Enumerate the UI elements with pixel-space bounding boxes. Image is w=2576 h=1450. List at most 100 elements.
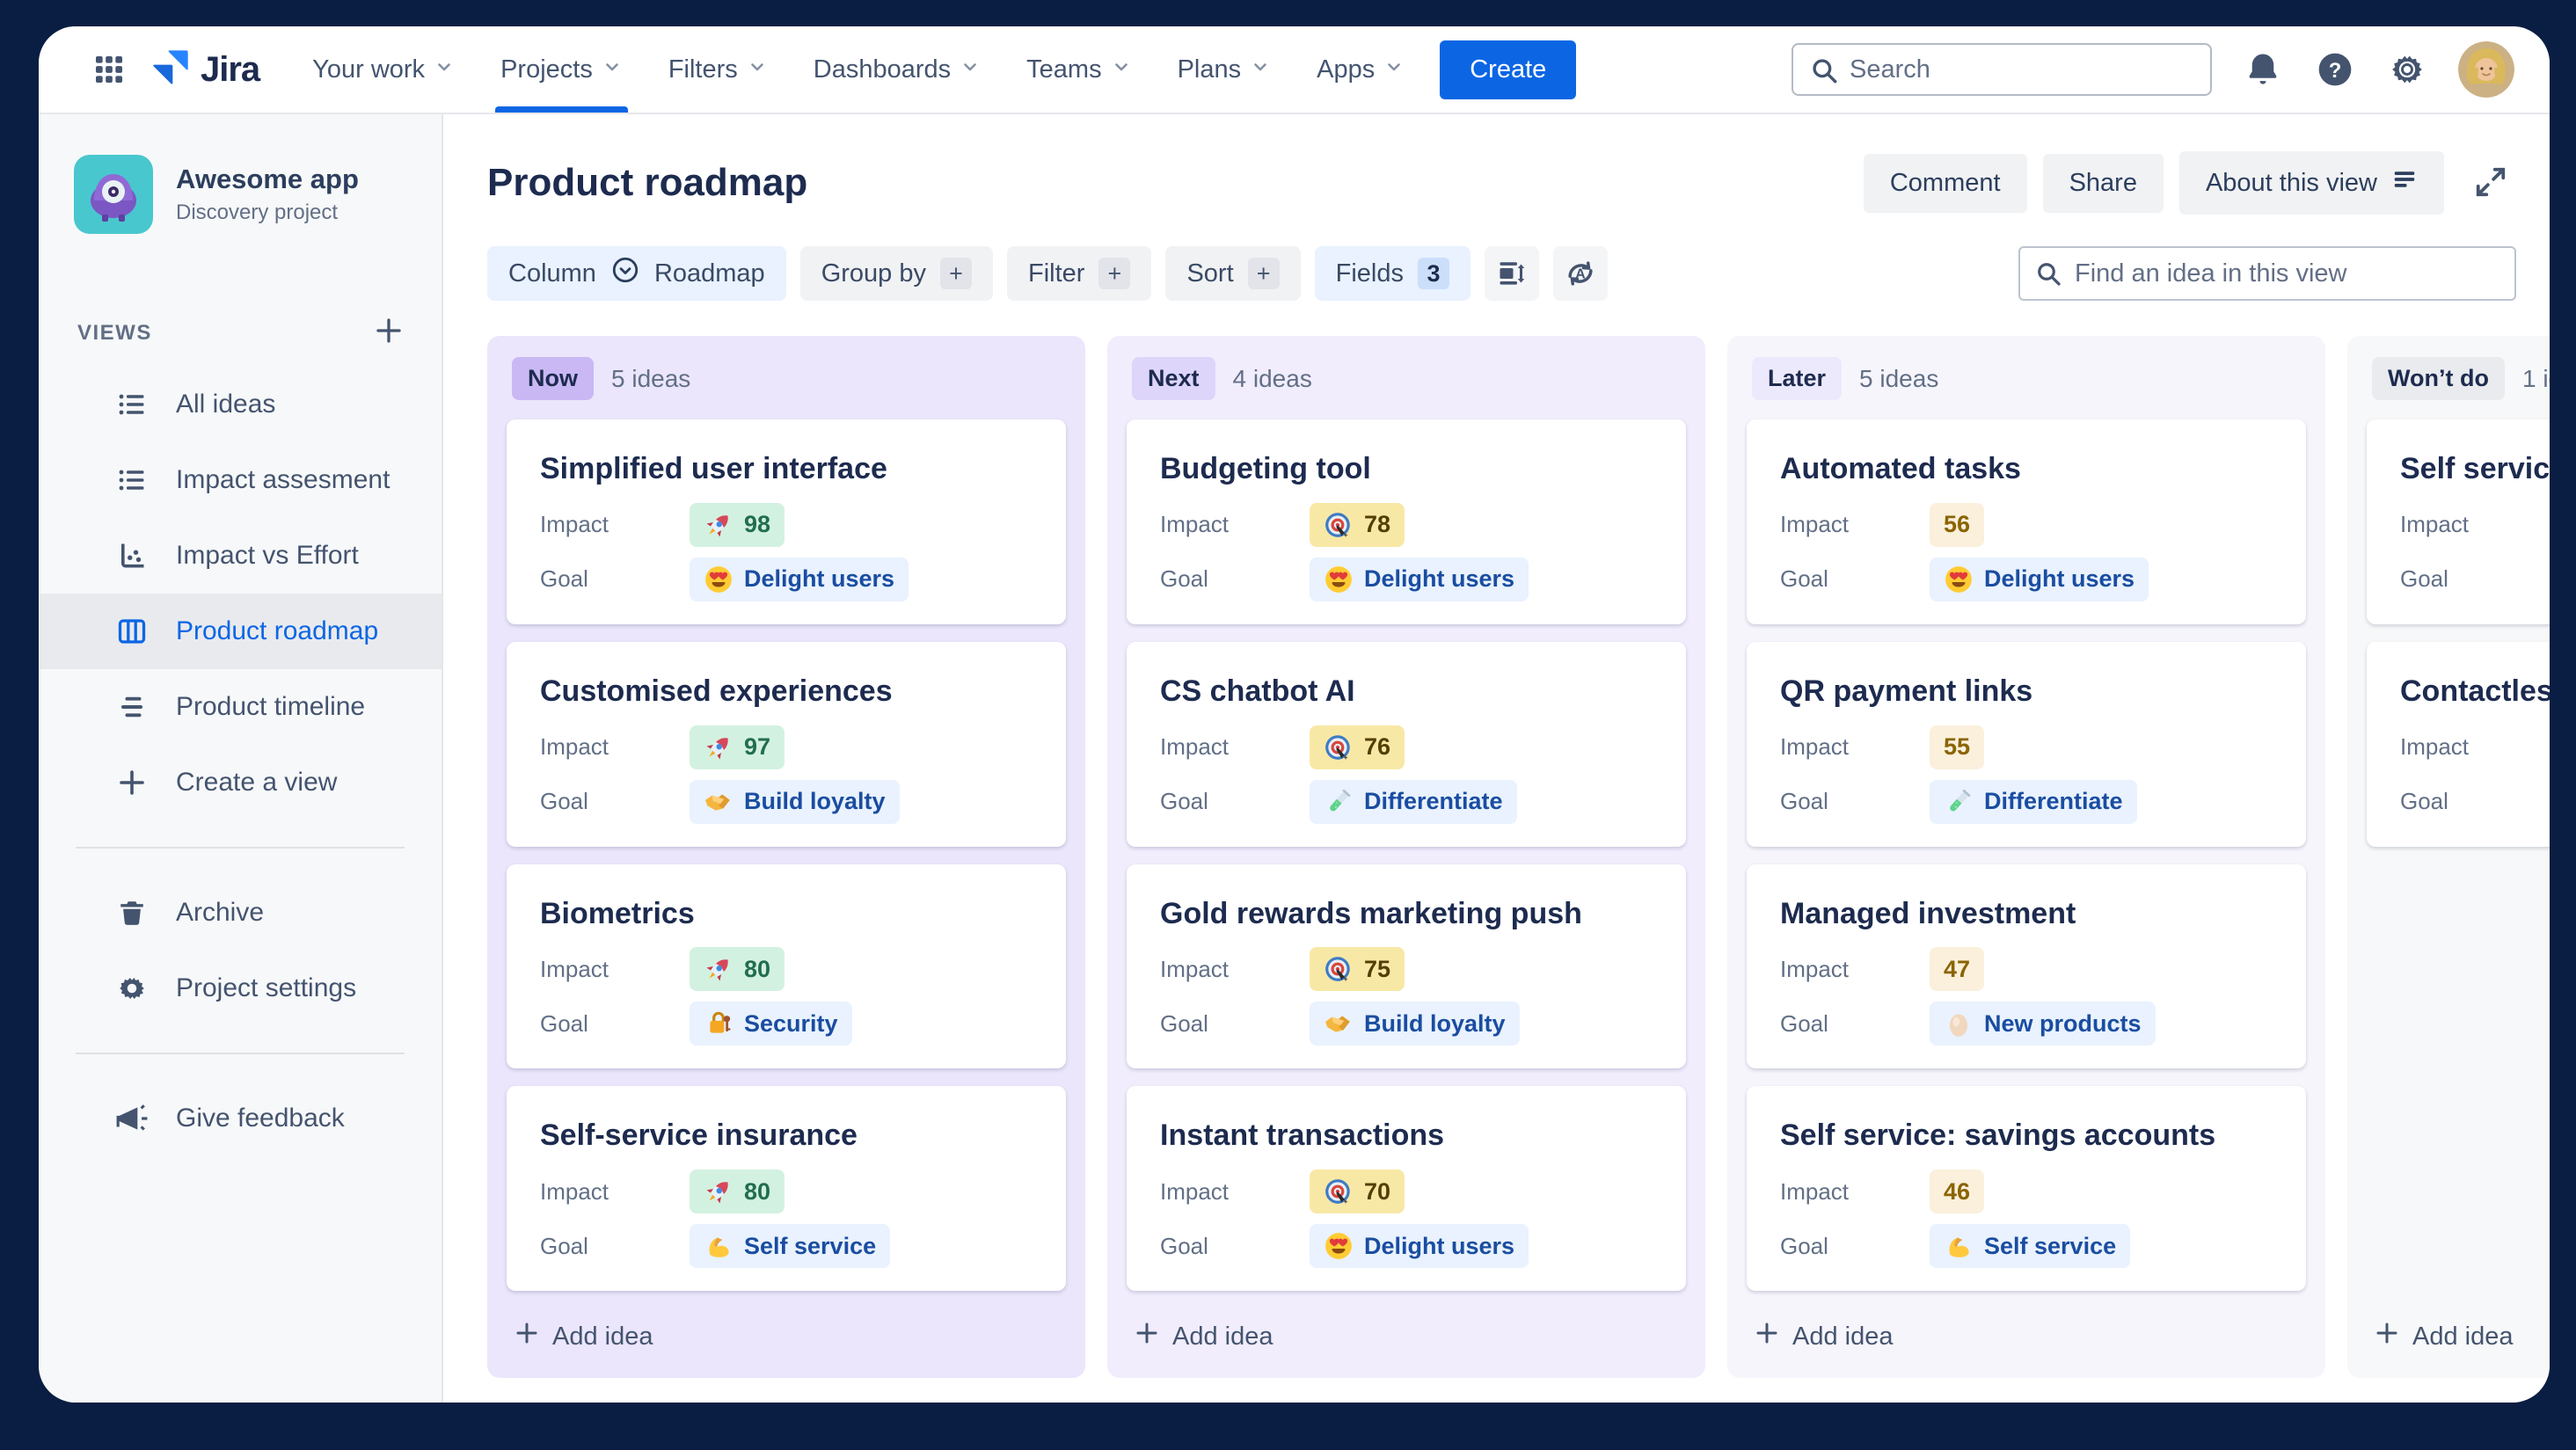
nav-item-apps[interactable]: Apps [1297,26,1424,113]
goal-label: Goal [1780,788,1828,815]
idea-card-contactless[interactable]: Contactless Impact30 Goal3 [2367,641,2550,847]
idea-card-simplified-user-interface[interactable]: Simplified user interface Impact 98 Goal Del… [507,419,1066,624]
goal-label: Goal [1160,1232,1208,1259]
help-icon[interactable]: ? [2314,48,2356,91]
goal-value: Self service [744,1232,877,1259]
find-idea-input[interactable] [2018,246,2516,301]
about-this-view-button[interactable]: About this view [2178,151,2444,215]
sort-chip[interactable]: Sort + [1165,246,1301,301]
idea-card-self-service[interactable]: Self service: Impact36 Goal [2367,419,2550,624]
biceps-emoji [704,1231,733,1261]
translate-sort-icon[interactable]: A [1552,246,1608,301]
nav-item-plans[interactable]: Plans [1158,26,1291,113]
nav-item-filters[interactable]: Filters [649,26,787,113]
goal-label: Goal [1780,565,1828,593]
goal-row: Goal Self service [1780,1224,2273,1269]
chip-label: Filter [1027,259,1085,288]
impact-value: 97 [744,733,771,761]
idea-card-customised-experiences[interactable]: Customised experiences Impact 97 Goal Build … [507,641,1066,847]
comment-button[interactable]: Comment [1863,153,2027,213]
idea-title: Self-service insurance [540,1118,857,1153]
idea-card-instant-transactions[interactable]: Instant transactions Impact 70 Goal Delight … [1127,1086,1686,1292]
impact-row: Impact30 [2400,725,2550,769]
idea-title: QR payment links [1780,674,2033,708]
nav-item-dashboards[interactable]: Dashboards [794,26,1000,113]
idea-card-self-service-insurance[interactable]: Self-service insurance Impact 80 Goal Self s… [507,1086,1066,1292]
sidebar-item-give-feedback[interactable]: Give feedback [39,1081,441,1156]
main-content: Product roadmap Comment Share About this… [443,114,2550,1403]
sidebar-item-project-settings[interactable]: Project settings [39,951,441,1026]
goal-label: Goal [2400,788,2448,815]
column-header: Later 5 ideas [1727,336,2325,414]
sidebar-item-label: Give feedback [176,1104,345,1133]
sidebar-item-archive[interactable]: Archive [39,875,441,951]
add-idea-button[interactable]: Add idea [1727,1301,2325,1378]
idea-card-qr-payment-links[interactable]: QR payment links Impact 55 Goal Differentiat… [1747,641,2306,847]
create-button[interactable]: Create [1440,40,1577,99]
filter-chip[interactable]: Filter + [1006,246,1152,301]
column-header: Won’t do 1 idea [2347,336,2550,414]
user-avatar[interactable] [2458,41,2514,98]
nav-item-projects[interactable]: Projects [481,26,642,113]
sidebar-feedback: Give feedback [39,1081,441,1156]
global-search-input[interactable] [1792,43,2212,96]
sidebar-item-all-ideas[interactable]: All ideas [39,367,441,442]
idea-card-biometrics[interactable]: Biometrics Impact 80 Goal Security [507,863,1066,1069]
project-header[interactable]: Awesome app Discovery project [39,155,441,234]
share-button[interactable]: Share [2042,153,2164,213]
jira-logo-text: Jira [201,49,260,89]
idea-card-self-service-savings-accounts[interactable]: Self service: savings accounts Impact 46 Go… [1747,1086,2306,1292]
add-idea-button[interactable]: Add idea [487,1301,1085,1378]
goal-badge: Build loyalty [1310,1002,1520,1046]
nav-item-teams[interactable]: Teams [1007,26,1150,113]
idea-card-gold-rewards-marketing-push[interactable]: Gold rewards marketing push Impact 75 Goal B… [1127,863,1686,1069]
idea-card-budgeting-tool[interactable]: Budgeting tool Impact 78 Goal Delight users [1127,419,1686,624]
impact-label: Impact [1160,955,1230,982]
sidebar-item-product-roadmap[interactable]: Product roadmap [39,594,441,669]
add-idea-button[interactable]: Add idea [2347,1301,2550,1378]
impact-value: 75 [1364,955,1391,982]
sidebar-item-create-a-view[interactable]: Create a view [39,745,441,820]
search-icon [1809,55,1839,90]
jira-app-window: Jira Your work Projects Filters Dashboards T… [39,26,2550,1403]
sidebar-item-product-timeline[interactable]: Product timeline [39,669,441,745]
goal-badge: Self service [690,1224,891,1269]
fullscreen-expand-icon[interactable] [2465,157,2516,210]
idea-card-automated-tasks[interactable]: Automated tasks Impact 56 Goal Delight users [1747,419,2306,624]
notifications-bell-icon[interactable] [2242,48,2284,91]
goal-row: Goal [2400,557,2550,601]
fields-chip[interactable]: Fields 3 [1314,246,1470,301]
roadmap-board: Now 5 ideas Simplified user interface Impac… [443,336,2550,1378]
idea-card-managed-investment[interactable]: Managed investment Impact 47 Goal New produc… [1747,863,2306,1069]
add-idea-button[interactable]: Add idea [1107,1301,1705,1378]
scatter-chart-icon [114,540,150,572]
sidebar-item-impact-assesment[interactable]: Impact assesment [39,442,441,518]
nav-menu: Your work Projects Filters Dashboards Teams P… [293,26,1424,113]
impact-row: Impact 98 [540,502,1033,547]
goal-label: Goal [1160,788,1208,815]
page-title: Product roadmap [487,161,808,204]
app-switcher-icon[interactable] [84,45,134,94]
sidebar-item-impact-vs-effort[interactable]: Impact vs Effort [39,518,441,594]
group-by-chip[interactable]: Group by + [799,246,993,301]
goal-label: Goal [540,788,588,815]
impact-badge: 46 [1930,1169,1985,1214]
impact-value: 78 [1364,511,1391,538]
impact-label: Impact [2400,511,2470,538]
add-view-icon[interactable] [373,315,405,351]
idea-card-cs-chatbot-ai[interactable]: CS chatbot AI Impact 76 Goal Differentiate [1127,641,1686,847]
jira-logo[interactable]: Jira [146,47,260,92]
impact-badge: 80 [690,947,785,992]
goal-row: Goal Build loyalty [1160,1002,1653,1046]
goal-label: Goal [1780,1009,1828,1037]
project-name: Awesome app [176,164,359,194]
column-view-chip[interactable]: Column Roadmap [487,246,786,301]
goal-value: Delight users [1364,565,1515,593]
row-height-icon[interactable] [1484,246,1539,301]
impact-label: Impact [1780,1177,1850,1205]
goal-value: New products [1984,1009,2142,1037]
list-icon [114,464,150,496]
nav-item-your-work[interactable]: Your work [293,26,474,113]
settings-gear-icon[interactable] [2386,48,2428,91]
chevron-down-icon [434,55,455,84]
